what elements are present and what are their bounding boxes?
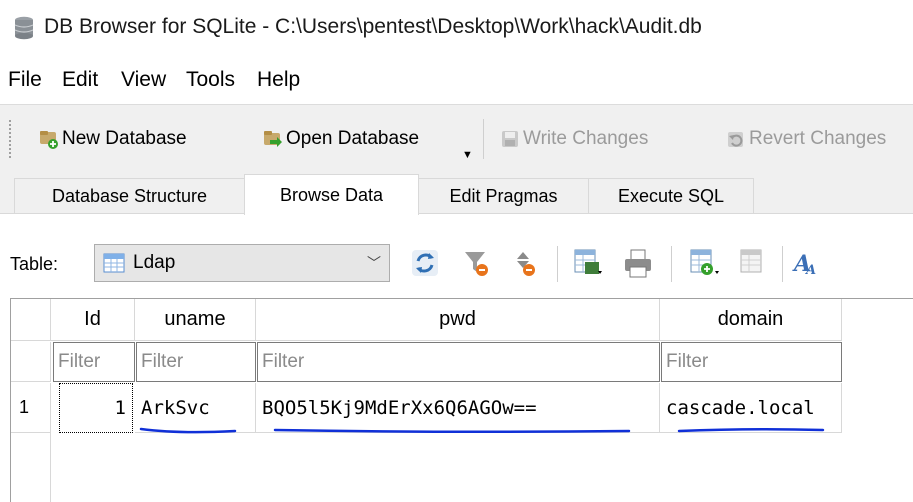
table-select[interactable]: Ldap ﹀ [94,244,390,282]
filter-input-pwd[interactable]: Filter [257,342,660,382]
toolbar-separator [557,246,558,282]
write-changes-button[interactable]: Write Changes [499,121,648,157]
row-header[interactable]: 1 [11,383,51,433]
new-database-label: New Database [62,128,187,149]
column-header-id[interactable]: Id [51,299,135,341]
corner-cell[interactable] [11,299,51,341]
browse-data-panel: Table: Ldap ﹀ A A Id uname pwd domain Fi… [0,213,913,502]
window-titlebar: DB Browser for SQLite - C:\Users\pentest… [0,0,913,56]
print-icon[interactable] [622,248,654,280]
open-database-icon [264,131,282,147]
toolbar-grip[interactable] [8,119,12,159]
toolbar-separator [671,246,672,282]
clear-filters-icon[interactable] [461,248,491,278]
open-database-label: Open Database [286,128,420,149]
main-toolbar: New Database Open Database ▼ Write Chang… [0,104,913,170]
table-icon [103,253,125,273]
save-table-icon[interactable] [572,248,606,280]
toolbar-separator [782,246,783,282]
new-database-button[interactable]: New Database [38,121,187,157]
refresh-icon[interactable] [410,248,440,278]
new-database-icon [40,131,58,149]
write-changes-icon [502,131,518,147]
tab-bar: Database Structure Browse Data Edit Prag… [0,170,913,215]
data-grid: Id uname pwd domain Filter Filter Filter… [10,298,913,502]
toolbar-separator [483,119,484,159]
chevron-down-icon: ﹀ [367,255,381,271]
column-header-uname[interactable]: uname [135,299,256,341]
filter-input-id[interactable]: Filter [53,342,135,382]
menu-help[interactable]: Help [257,68,300,92]
menu-edit[interactable]: Edit [62,68,98,92]
annotation-underline [139,427,237,434]
font-icon[interactable]: A A [792,248,822,278]
revert-changes-icon [728,132,743,147]
menu-bar: File Edit View Tools Help [0,68,913,98]
tab-database-structure[interactable]: Database Structure [14,178,245,214]
revert-changes-label: Revert Changes [749,128,887,149]
tab-execute-sql[interactable]: Execute SQL [588,178,754,214]
filter-input-uname[interactable]: Filter [136,342,256,382]
menu-tools[interactable]: Tools [186,68,235,92]
menu-file[interactable]: File [8,68,42,92]
tab-browse-data[interactable]: Browse Data [244,174,419,215]
table-select-value: Ldap [133,252,176,273]
annotation-underline [677,427,825,433]
column-header-pwd[interactable]: pwd [256,299,660,341]
cell-id[interactable]: 1 [59,383,133,433]
open-database-dropdown-icon[interactable]: ▼ [462,149,473,161]
filter-input-domain[interactable]: Filter [661,342,842,382]
column-header-domain[interactable]: domain [660,299,842,341]
database-icon [14,16,34,40]
filter-row-header [11,342,51,382]
annotation-underline [273,428,631,434]
window-title: DB Browser for SQLite - C:\Users\pentest… [44,15,702,38]
svg-text:A: A [804,263,816,278]
open-database-button[interactable]: Open Database [262,121,419,157]
clear-sorting-icon[interactable] [511,248,541,278]
delete-record-icon[interactable] [738,248,768,278]
write-changes-label: Write Changes [523,128,649,149]
table-label: Table: [10,254,59,274]
menu-view[interactable]: View [121,68,166,92]
insert-record-icon[interactable] [688,248,722,280]
revert-changes-button[interactable]: Revert Changes [725,121,886,157]
empty-row-header-area [11,433,51,502]
tab-edit-pragmas[interactable]: Edit Pragmas [418,178,589,214]
